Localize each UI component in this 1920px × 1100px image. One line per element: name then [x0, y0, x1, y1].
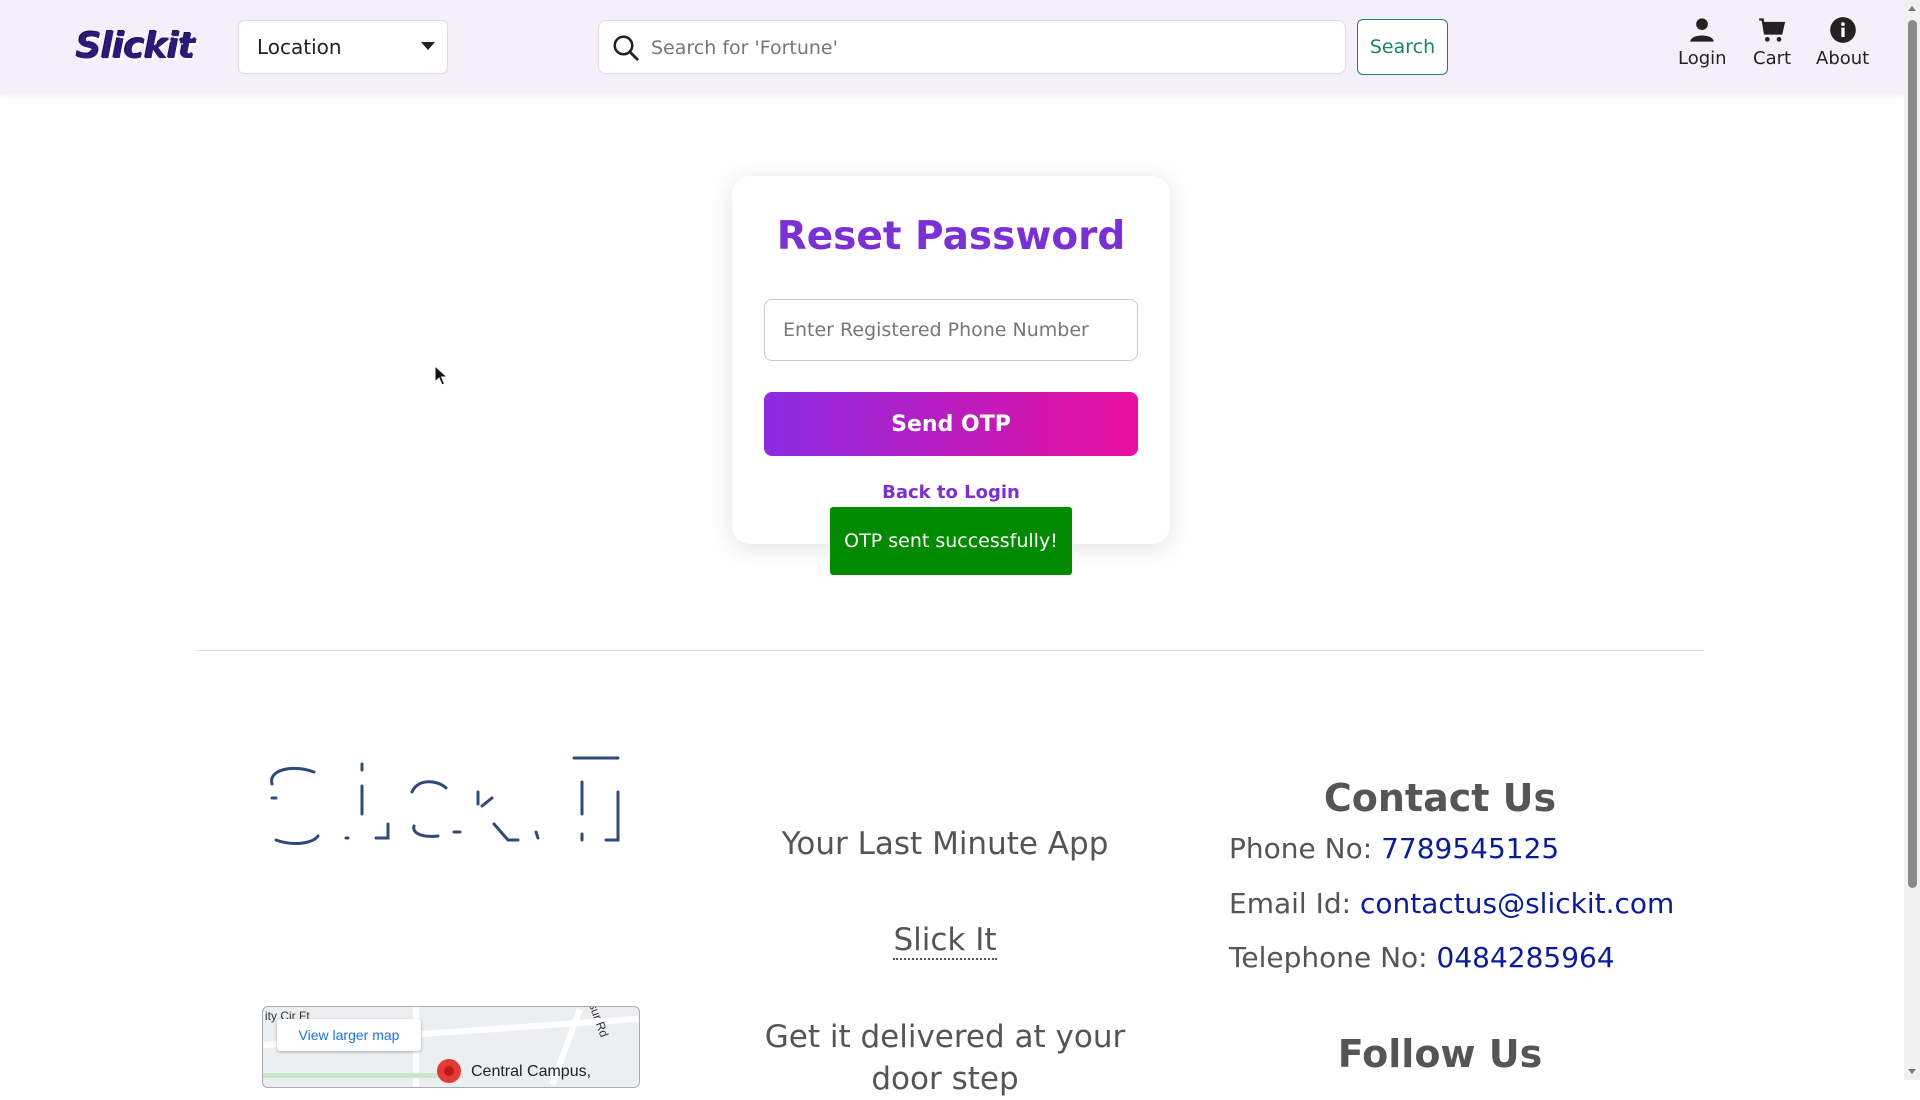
- telephone-label: Telephone No:: [1229, 941, 1428, 974]
- contact-telephone-row: Telephone No: 0484285964: [1229, 941, 1615, 974]
- phone-number-input[interactable]: [764, 299, 1138, 361]
- page-scrollbar[interactable]: [1904, 0, 1920, 1080]
- scroll-thumb[interactable]: [1908, 20, 1917, 888]
- send-otp-button[interactable]: Send OTP: [764, 392, 1138, 456]
- location-dropdown[interactable]: Location: [238, 20, 448, 74]
- nav-cart[interactable]: Cart: [1753, 16, 1791, 69]
- view-larger-map-button[interactable]: View larger map: [277, 1019, 421, 1051]
- footer-tagline: Your Last Minute App: [781, 826, 1109, 862]
- follow-us-title: Follow Us: [1337, 1032, 1543, 1076]
- location-label: Location: [257, 35, 342, 59]
- back-to-login-link[interactable]: Back to Login: [732, 482, 1170, 503]
- slick-it-label: Slick It: [893, 922, 997, 960]
- map-park: [263, 1073, 463, 1078]
- contact-email-row: Email Id: contactus@slickit.com: [1229, 887, 1674, 920]
- nav-about[interactable]: About: [1816, 16, 1869, 69]
- search-button[interactable]: Search: [1357, 19, 1448, 75]
- footer-divider: [196, 650, 1704, 651]
- nav-login[interactable]: Login: [1678, 16, 1727, 69]
- phone-label: Phone No:: [1229, 832, 1373, 865]
- embedded-map[interactable]: ity Cir Ft sur Rd View larger map Centra…: [262, 1006, 640, 1088]
- search-icon: [613, 35, 639, 61]
- map-pin-icon: [437, 1059, 461, 1083]
- slick-it-link[interactable]: Slick It: [740, 922, 1150, 960]
- reset-password-title: Reset Password: [776, 214, 1126, 259]
- otp-success-toast: OTP sent successfully!: [830, 507, 1072, 575]
- reset-password-card: Reset Password Send OTP Back to Login: [732, 176, 1170, 544]
- search-input[interactable]: [649, 29, 1333, 67]
- telephone-link[interactable]: 0484285964: [1437, 941, 1615, 974]
- nav-about-label: About: [1816, 48, 1870, 69]
- search-box: [598, 20, 1346, 74]
- cart-icon: [1759, 18, 1786, 42]
- scroll-up-arrow-icon[interactable]: [1908, 6, 1916, 11]
- delivery-text: Get it delivered at your door step: [764, 1019, 1126, 1097]
- info-icon: [1829, 17, 1856, 43]
- caret-down-icon: [421, 42, 435, 50]
- contact-phone-row: Phone No: 7789545125: [1229, 832, 1559, 865]
- email-label: Email Id:: [1229, 887, 1352, 920]
- map-place-label: Central Campus,: [471, 1063, 592, 1080]
- scroll-down-arrow-icon[interactable]: [1908, 1069, 1916, 1074]
- phone-link[interactable]: 7789545125: [1381, 832, 1559, 865]
- nav-cart-label: Cart: [1753, 48, 1792, 69]
- user-icon: [1690, 18, 1714, 42]
- top-navbar: Slickit Location Search Login Cart: [0, 0, 1904, 94]
- mouse-cursor-icon: [434, 365, 448, 386]
- email-link[interactable]: contactus@slickit.com: [1360, 887, 1674, 920]
- brand-logo[interactable]: Slickit: [76, 26, 195, 67]
- contact-us-title: Contact Us: [1323, 776, 1557, 820]
- nav-login-label: Login: [1678, 48, 1727, 69]
- footer-logo-icon: [270, 756, 620, 845]
